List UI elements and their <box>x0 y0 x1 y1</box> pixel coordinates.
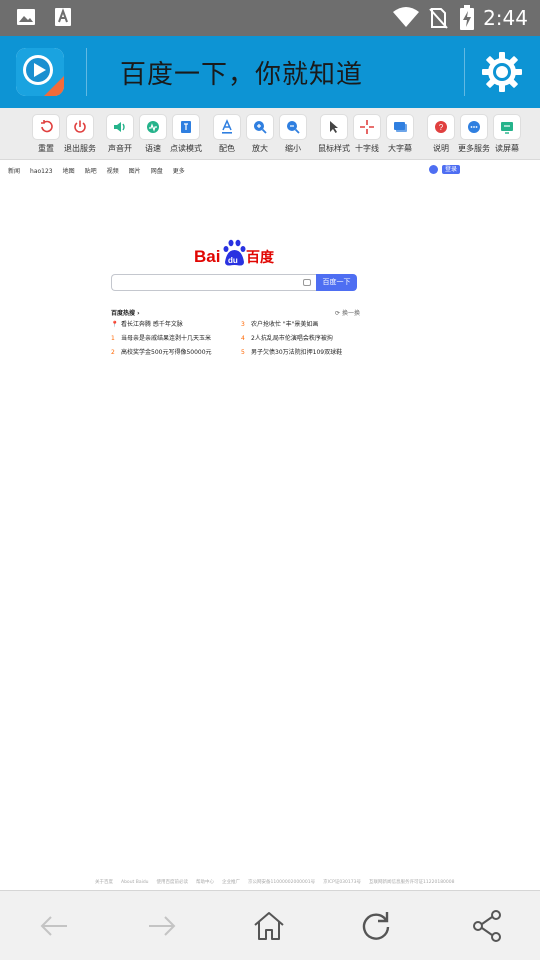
refresh-icon <box>362 912 390 940</box>
forward-button[interactable] <box>145 909 179 943</box>
toolbar-label: 读屏幕 <box>495 144 519 153</box>
hot-search-item[interactable]: 4 2人抗乱局市伦演唱会秩序被拘 <box>241 333 333 342</box>
header-divider-left <box>86 48 87 96</box>
home-icon <box>254 912 284 940</box>
pin-icon: 📍 <box>111 321 119 328</box>
hot-search-text: 农户抢收忙 "丰"景美如画 <box>251 321 319 328</box>
search-button[interactable]: 百度一下 <box>316 274 357 291</box>
footer-link[interactable]: About Baidu <box>121 880 149 885</box>
hot-search-title: 百度热搜 › <box>111 310 140 317</box>
hot-search-item[interactable]: 2 高校奖学金500元写得像50000元 <box>111 347 212 356</box>
toolbar-button-10[interactable]: 大字幕 <box>385 114 415 154</box>
footer-link[interactable]: 京ICP证030173号 <box>323 880 361 885</box>
rank-number: 5 <box>241 349 245 356</box>
hot-search-text: 看长江奔腾 感千年文脉 <box>121 321 183 328</box>
toolbar-button-4[interactable]: 点读模式 <box>170 114 202 154</box>
nav-link[interactable]: 贴吧 <box>85 168 97 175</box>
ai-icon[interactable] <box>429 165 439 174</box>
status-bar: 2:44 <box>0 0 540 36</box>
power-icon <box>66 114 94 140</box>
speaker-icon <box>106 114 134 140</box>
login-button[interactable]: 登录 <box>442 165 460 174</box>
camera-icon[interactable] <box>303 279 311 286</box>
footer-links: 关于百度 About Baidu 使用百度前必读 帮助中心 企业推广 京公网安备11000… <box>95 879 463 885</box>
zoom-in-icon <box>246 114 274 140</box>
app-header: 百度一下，你就知道 <box>0 36 540 108</box>
footer-link[interactable]: 帮助中心 <box>196 880 214 885</box>
hot-search-item[interactable]: 3 农户抢收忙 "丰"景美如画 <box>241 319 318 328</box>
nav-link[interactable]: 视频 <box>107 168 119 175</box>
search-input[interactable] <box>111 274 317 291</box>
rank-number: 3 <box>241 321 245 328</box>
refresh-button[interactable] <box>359 909 393 943</box>
bottom-navigation <box>0 890 540 960</box>
page-title: 百度一下，你就知道 <box>120 60 364 90</box>
rank-number: 1 <box>111 335 115 342</box>
crosshair-icon <box>353 114 381 140</box>
share-button[interactable] <box>470 909 504 943</box>
back-arrow-icon <box>40 916 67 936</box>
baidu-logo: Bai du 百度 <box>194 238 276 268</box>
rank-number: 2 <box>111 349 115 356</box>
more-icon <box>460 114 488 140</box>
share-icon <box>473 910 501 942</box>
forward-arrow-icon <box>149 916 176 936</box>
back-button[interactable] <box>37 909 71 943</box>
nav-link[interactable]: 地图 <box>63 168 75 175</box>
hot-search-item[interactable]: 1 当母亲是亲戚结果连剥十几天玉米 <box>111 333 211 342</box>
read-mode-icon <box>172 114 200 140</box>
hot-search-item[interactable]: 📍 看长江奔腾 感千年文脉 <box>111 319 183 328</box>
reset-icon <box>32 114 60 140</box>
hot-search-text: 男子欠债30万法院扣押109双球鞋 <box>251 349 343 356</box>
footer-link[interactable]: 互联网新闻信息服务许可证11220180008 <box>369 880 455 885</box>
clock: 2:44 <box>483 6 528 30</box>
footer-link[interactable]: 关于百度 <box>95 880 113 885</box>
settings-button[interactable] <box>480 50 524 94</box>
hot-search-item[interactable]: 5 男子欠债30万法院扣押109双球鞋 <box>241 347 342 356</box>
nav-link[interactable]: 网盘 <box>151 168 163 175</box>
wifi-icon <box>392 6 420 32</box>
home-button[interactable] <box>252 909 286 943</box>
accessibility-toolbar: 重置 退出服务 声音开 语速 点读模式 配色 放大 缩小 鼠标样式 十字线 大字幕? 说明 更多服务 读屏… <box>0 108 540 160</box>
toolbar-button-13[interactable]: 读屏幕 <box>492 114 522 154</box>
hot-search-text: 当母亲是亲戚结果连剥十几天玉米 <box>121 335 212 342</box>
svg-text:du: du <box>228 256 238 265</box>
battery-charging-icon <box>459 5 475 35</box>
no-sim-icon <box>428 7 448 33</box>
screen-reader-icon <box>493 114 521 140</box>
hot-search-text: 2人抗乱局市伦演唱会秩序被拘 <box>251 335 333 342</box>
footer-link[interactable]: 企业推广 <box>222 880 240 885</box>
svg-text:?: ? <box>439 123 444 132</box>
hot-search-text: 高校奖学金500元写得像50000元 <box>121 349 212 356</box>
nav-link[interactable]: hao123 <box>30 168 53 175</box>
color-icon <box>213 114 241 140</box>
nav-link[interactable]: 更多 <box>173 168 185 175</box>
svg-text:Bai: Bai <box>194 247 220 266</box>
footer-link[interactable]: 京公网安备11000002000001号 <box>248 880 315 885</box>
footer-link[interactable]: 使用百度前必读 <box>157 880 189 885</box>
web-content: 新闻hao123地图贴吧视频图片网盘更多 设置 登录 Bai du 百度 百度一… <box>0 160 540 890</box>
hot-refresh-button[interactable]: ⟳ 换一换 <box>335 308 360 317</box>
zoom-out-icon <box>279 114 307 140</box>
rank-number: 4 <box>241 335 245 342</box>
caption-icon <box>386 114 414 140</box>
header-divider-right <box>464 48 465 96</box>
nav-link[interactable]: 新闻 <box>8 168 20 175</box>
help-icon: ? <box>427 114 455 140</box>
toolbar-button-7[interactable]: 缩小 <box>278 114 308 154</box>
image-icon <box>16 7 36 31</box>
nav-link[interactable]: 图片 <box>129 168 141 175</box>
app-logo[interactable] <box>16 48 64 96</box>
svg-text:百度: 百度 <box>246 249 275 266</box>
baidu-top-nav: 新闻 hao123 地图 贴吧 视频 图片 网盘 更多 <box>8 166 195 175</box>
gear-icon <box>482 52 522 92</box>
speed-icon <box>139 114 167 140</box>
toolbar-button-1[interactable]: 退出服务 <box>64 114 96 154</box>
text-a-icon <box>54 7 72 31</box>
cursor-icon <box>320 114 348 140</box>
